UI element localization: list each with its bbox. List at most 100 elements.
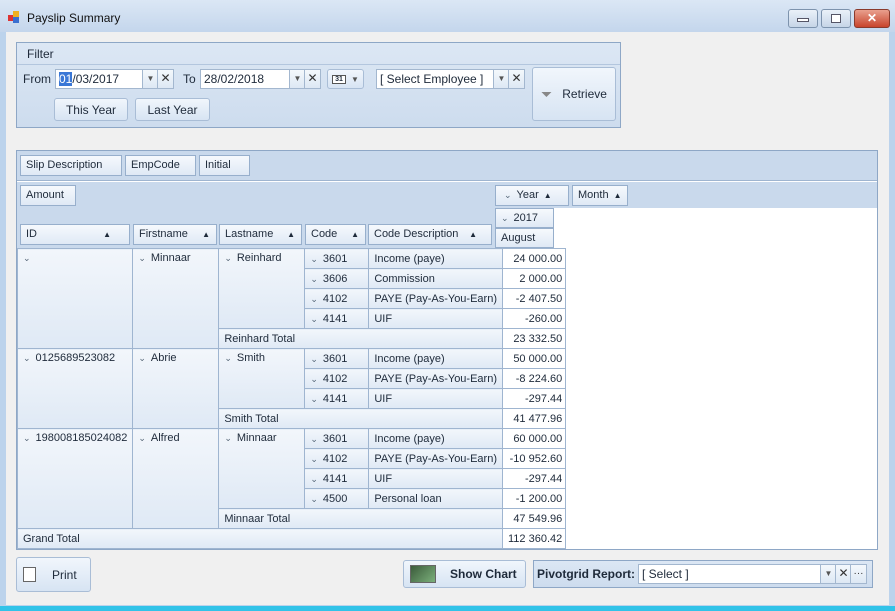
chevron-down-icon[interactable]: ⌄ (310, 494, 318, 504)
chevron-down-icon[interactable]: ⌄ (310, 314, 318, 324)
row-firstname[interactable]: ⌄ Minnaar (132, 248, 220, 349)
row-code-description: PAYE (Pay-As-You-Earn) (368, 448, 503, 469)
grand-total-label: Grand Total (17, 528, 503, 549)
row-firstname[interactable]: ⌄ Abrie (132, 348, 220, 429)
calendar-icon: 31 (332, 74, 346, 84)
field-lastname[interactable]: Lastname ▲ (219, 224, 302, 245)
last-year-button[interactable]: Last Year (135, 98, 210, 121)
total-value: 41 477.96 (501, 408, 567, 429)
row-code[interactable]: ⌄ 4141 (304, 468, 370, 489)
field-slip-description[interactable]: Slip Description (20, 155, 122, 176)
row-code[interactable]: ⌄ 3601 (304, 348, 370, 369)
row-lastname[interactable]: ⌄ Reinhard (218, 248, 306, 329)
field-code[interactable]: Code ▲ (305, 224, 366, 245)
row-code[interactable]: ⌄ 3601 (304, 248, 370, 269)
field-firstname[interactable]: Firstname ▲ (133, 224, 217, 245)
row-code[interactable]: ⌄ 4102 (304, 288, 370, 309)
field-initial[interactable]: Initial (199, 155, 250, 176)
lastname-total-label: Reinhard Total (218, 328, 503, 349)
field-year[interactable]: ⌄ Year ▲ (495, 185, 569, 206)
chevron-down-icon[interactable]: ⌄ (138, 253, 146, 263)
value-cell: 50 000.00 (501, 348, 567, 369)
field-firstname-label: Firstname (139, 228, 188, 240)
chevron-down-icon[interactable]: ⌄ (224, 253, 232, 263)
from-date-rest: /03/2017 (72, 72, 120, 86)
field-empcode[interactable]: EmpCode (125, 155, 196, 176)
chevron-down-icon[interactable]: ⌄ (23, 433, 31, 443)
row-code-description: Commission (368, 268, 503, 289)
report-label: Pivotgrid Report: (537, 567, 635, 581)
row-firstname[interactable]: ⌄ Alfred (132, 428, 220, 529)
row-code-text: 3601 (322, 432, 348, 445)
calendar-button[interactable]: 31 ▼ (327, 69, 364, 89)
to-date-input[interactable]: 28/02/2018 (200, 69, 290, 89)
row-lastname[interactable]: ⌄ Minnaar (218, 428, 306, 509)
filter-label: Filter (27, 47, 54, 61)
report-select[interactable]: [ Select ] (638, 564, 821, 584)
chevron-down-icon[interactable]: ⌄ (23, 253, 31, 263)
from-clear-button[interactable]: ✕ (157, 69, 174, 89)
employee-select[interactable]: [ Select Employee ] (376, 69, 494, 89)
chevron-down-icon[interactable]: ⌄ (224, 433, 232, 443)
row-code[interactable]: ⌄ 4141 (304, 308, 370, 329)
from-date-input[interactable]: 01/03/2017 (55, 69, 143, 89)
data-area (17, 182, 877, 208)
chevron-down-icon[interactable]: ⌄ (224, 353, 232, 363)
row-code[interactable]: ⌄ 4500 (304, 488, 370, 509)
field-amount[interactable]: Amount (20, 185, 76, 206)
chevron-down-icon[interactable]: ⌄ (310, 394, 318, 404)
field-month[interactable]: Month ▲ (572, 185, 628, 206)
row-code-description: Income (paye) (368, 348, 503, 369)
row-code[interactable]: ⌄ 4141 (304, 388, 370, 409)
row-code[interactable]: ⌄ 3601 (304, 428, 370, 449)
value-cell: -8 224.60 (501, 368, 567, 389)
this-year-button[interactable]: This Year (54, 98, 128, 121)
row-code-text: 4141 (322, 392, 348, 405)
print-button[interactable]: Print (16, 557, 91, 592)
chevron-down-icon[interactable]: ⌄ (310, 434, 318, 444)
field-year-label: Year (516, 189, 539, 201)
close-button[interactable]: ✕ (854, 9, 890, 28)
row-id-text: 198008185024082 (35, 432, 128, 444)
row-code[interactable]: ⌄ 4102 (304, 368, 370, 389)
chevron-down-icon[interactable]: ⌄ (310, 454, 318, 464)
chevron-down-icon[interactable]: ⌄ (310, 274, 318, 284)
retrieve-label: Retrieve (562, 87, 607, 101)
report-ellipsis-button[interactable]: ··· (850, 564, 867, 584)
field-code-description[interactable]: Code Description ▲ (368, 224, 492, 245)
row-lastname[interactable]: ⌄ Smith (218, 348, 306, 409)
maximize-button[interactable] (821, 9, 851, 28)
chevron-down-icon[interactable]: ⌄ (310, 374, 318, 384)
row-code-text: 3601 (322, 252, 348, 265)
chevron-down-icon[interactable]: ⌄ (23, 353, 31, 363)
minimize-button[interactable] (788, 9, 818, 28)
column-header-2017[interactable]: ⌄ 2017 (495, 208, 554, 228)
row-code[interactable]: ⌄ 4102 (304, 448, 370, 469)
app-icon (8, 11, 20, 23)
row-id[interactable]: ⌄ 198008185024082 (16, 428, 134, 529)
retrieve-button[interactable]: ⏷ Retrieve (532, 67, 616, 121)
row-id[interactable]: ⌄ (16, 248, 134, 349)
row-code[interactable]: ⌄ 3606 (304, 268, 370, 289)
chevron-down-icon[interactable]: ⌄ (310, 474, 318, 484)
chevron-down-icon[interactable]: ⌄ (138, 353, 146, 363)
table-row: ⌄ 0125689523082 ⌄ Abrie ⌄ Smith ⌄ 3601 Income (p… (16, 348, 567, 429)
employee-clear-button[interactable]: ✕ (508, 69, 525, 89)
chevron-down-icon[interactable]: ⌄ (310, 254, 318, 264)
chevron-down-icon[interactable]: ⌄ (138, 433, 146, 443)
show-chart-button[interactable]: Show Chart (403, 560, 526, 588)
chevron-down-icon[interactable]: ⌄ (310, 294, 318, 304)
chevron-down-icon[interactable]: ⌄ (310, 354, 318, 364)
print-label: Print (52, 567, 77, 582)
field-id[interactable]: ID ▲ (20, 224, 130, 245)
value-cell: 24 000.00 (501, 248, 567, 269)
row-id-text: 0125689523082 (35, 352, 116, 364)
to-clear-button[interactable]: ✕ (304, 69, 321, 89)
show-chart-label: Show Chart (450, 567, 517, 581)
total-value: 23 332.50 (501, 328, 567, 349)
value-cell: 2 000.00 (501, 268, 567, 289)
row-id[interactable]: ⌄ 0125689523082 (16, 348, 134, 429)
field-id-label: ID (26, 228, 37, 240)
grand-total-row: Grand Total 112 360.42 (17, 528, 567, 549)
from-label: From (23, 72, 51, 86)
